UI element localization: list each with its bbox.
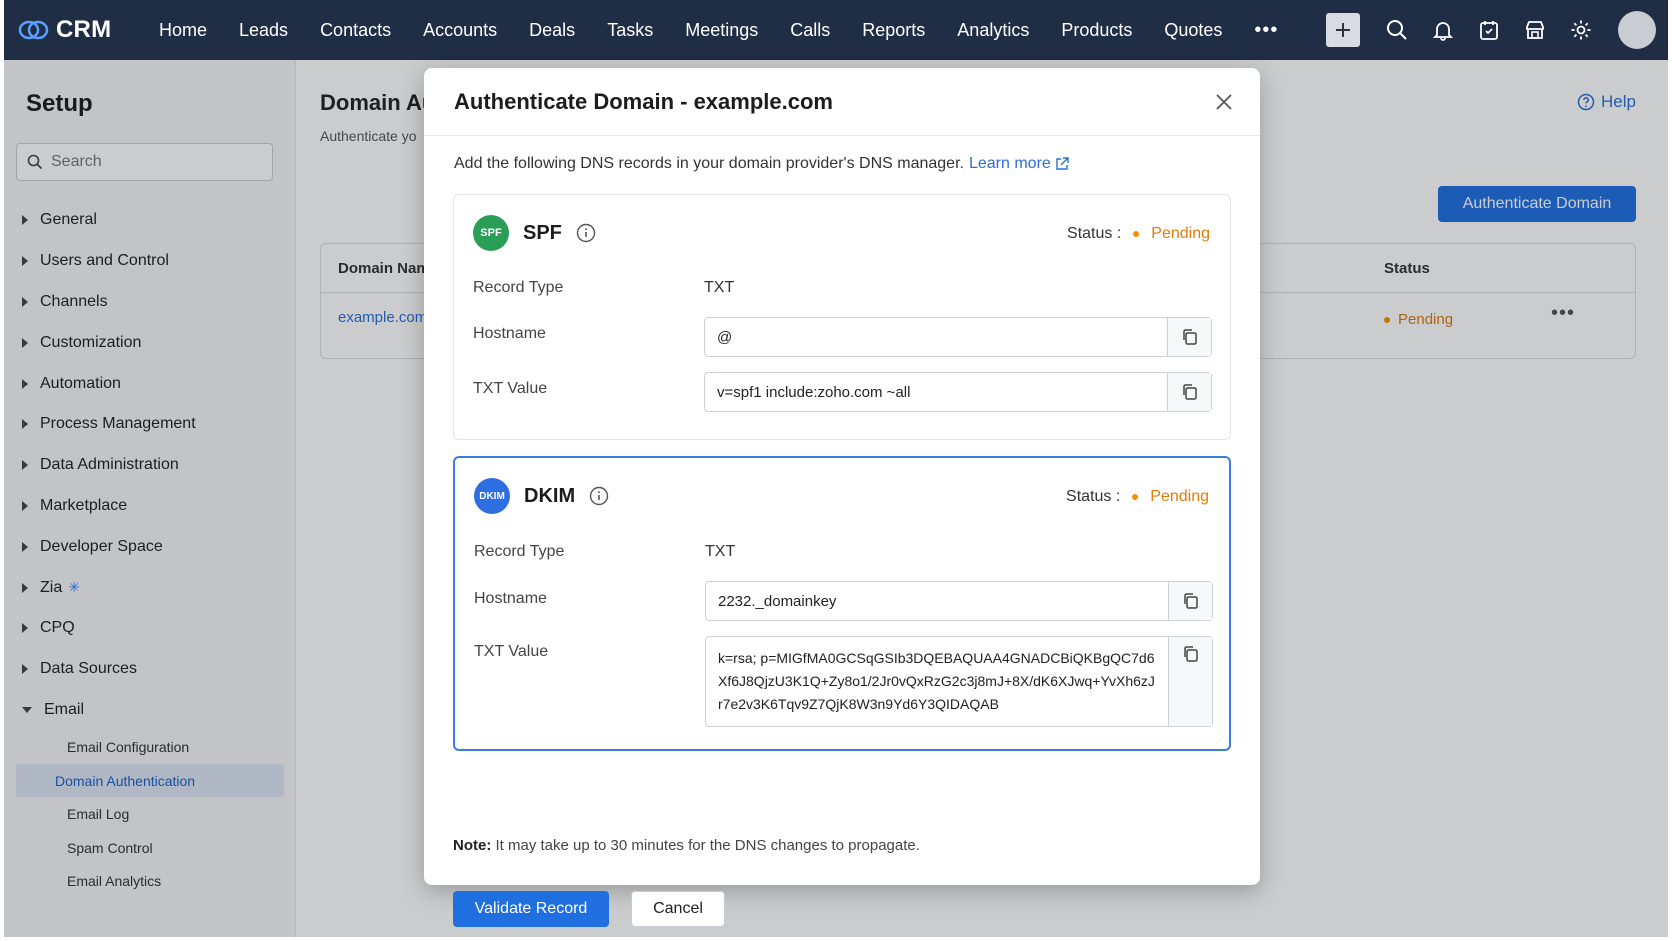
dkim-txt-value-field[interactable]: k=rsa; p=MIGfMA0GCSqGSIb3DQEBAQUAA4GNADC…: [705, 636, 1213, 727]
nav-item-calls[interactable]: Calls: [774, 20, 846, 41]
dkim-record-card: DKIM DKIM Status : Pending Record Type T…: [453, 456, 1231, 751]
hostname-value[interactable]: @: [705, 318, 1167, 356]
spf-txt-value-field[interactable]: v=spf1 include:zoho.com ~all: [704, 372, 1212, 412]
spf-hostname-field[interactable]: @: [704, 317, 1212, 357]
search-icon: [1387, 20, 1407, 40]
status-badge: Pending: [1150, 488, 1209, 505]
nav-item-analytics[interactable]: Analytics: [941, 20, 1045, 41]
store-icon: [1526, 21, 1544, 39]
copy-icon: [1182, 329, 1197, 345]
nav-item-accounts[interactable]: Accounts: [407, 20, 513, 41]
create-button[interactable]: [1326, 13, 1360, 47]
calendar-button[interactable]: [1473, 14, 1505, 46]
nav-item-contacts[interactable]: Contacts: [304, 20, 407, 41]
nav-item-deals[interactable]: Deals: [513, 20, 591, 41]
info-icon[interactable]: [576, 223, 596, 243]
copy-icon: [1182, 384, 1197, 400]
spf-record-card: SPF SPF Status : Pending Record Type TXT…: [453, 194, 1231, 440]
status-badge: Pending: [1151, 225, 1210, 242]
nav-item-meetings[interactable]: Meetings: [669, 20, 774, 41]
plus-icon: [1336, 23, 1350, 37]
record-type-value: TXT: [704, 279, 735, 296]
status-dot: [1132, 494, 1139, 500]
external-link-icon[interactable]: [1055, 157, 1069, 171]
record-type-label: Record Type: [473, 279, 564, 296]
txt-value[interactable]: k=rsa; p=MIGfMA0GCSqGSIb3DQEBAQUAA4GNADC…: [706, 637, 1168, 726]
nav-item-tasks[interactable]: Tasks: [591, 20, 669, 41]
learn-more-link[interactable]: Learn more: [969, 155, 1051, 173]
note-text: It may take up to 30 minutes for the DNS…: [491, 837, 920, 854]
nav-item-leads[interactable]: Leads: [223, 20, 304, 41]
propagation-note: Note: It may take up to 30 minutes for t…: [453, 837, 920, 854]
copy-icon: [1183, 646, 1198, 662]
info-icon[interactable]: [589, 486, 609, 506]
dkim-card-header: DKIM DKIM: [474, 478, 609, 514]
nav-item-reports[interactable]: Reports: [846, 20, 941, 41]
note-label: Note:: [453, 837, 492, 854]
nav-more-button[interactable]: •••: [1238, 19, 1294, 42]
crm-logo-icon: [18, 20, 49, 40]
gear-icon: [1571, 20, 1591, 40]
search-button[interactable]: [1381, 14, 1413, 46]
settings-button[interactable]: [1565, 14, 1597, 46]
avatar[interactable]: [1618, 11, 1656, 49]
marketplace-button[interactable]: [1519, 14, 1551, 46]
close-icon[interactable]: [1212, 90, 1236, 114]
cancel-button[interactable]: Cancel: [631, 891, 725, 927]
description-text: Add the following DNS records in your do…: [454, 155, 964, 172]
nav-item-products[interactable]: Products: [1045, 20, 1148, 41]
notifications-button[interactable]: [1427, 14, 1459, 46]
bell-icon: [1432, 22, 1454, 41]
nav-actions: [1326, 0, 1668, 60]
dkim-badge: DKIM: [474, 478, 510, 514]
hostname-label: Hostname: [474, 590, 547, 607]
status-label: Status :: [1067, 225, 1122, 242]
record-type-label: Record Type: [474, 543, 565, 560]
spf-title: SPF: [523, 221, 562, 244]
nav-item-quotes[interactable]: Quotes: [1148, 20, 1238, 41]
dkim-status: Status : Pending: [1066, 488, 1209, 506]
spf-badge: SPF: [473, 215, 509, 251]
nav-menu: Home Leads Contacts Accounts Deals Tasks…: [143, 19, 1294, 42]
copy-hostname-button[interactable]: [1167, 318, 1211, 356]
modal-header: Authenticate Domain - example.com: [424, 68, 1260, 136]
txt-value[interactable]: v=spf1 include:zoho.com ~all: [705, 373, 1167, 411]
dkim-hostname-field[interactable]: 2232._domainkey: [705, 581, 1213, 621]
txt-value-label: TXT Value: [474, 643, 549, 660]
validate-record-button[interactable]: Validate Record: [453, 891, 609, 927]
copy-txt-value-button[interactable]: [1167, 373, 1211, 411]
txt-value-label: TXT Value: [473, 380, 548, 397]
record-type-value: TXT: [705, 543, 736, 560]
top-nav: CRM Home Leads Contacts Accounts Deals T…: [4, 0, 1668, 60]
modal-description: Add the following DNS records in your do…: [454, 155, 1069, 173]
status-label: Status :: [1066, 488, 1121, 505]
modal-title: Authenticate Domain - example.com: [454, 88, 833, 114]
dkim-title: DKIM: [524, 484, 576, 507]
copy-hostname-button[interactable]: [1168, 582, 1212, 620]
calendar-icon: [1480, 21, 1498, 40]
copy-txt-value-button[interactable]: [1168, 637, 1212, 726]
spf-status: Status : Pending: [1067, 225, 1210, 243]
copy-icon: [1183, 593, 1198, 609]
nav-item-home[interactable]: Home: [143, 20, 223, 41]
brand[interactable]: CRM: [18, 16, 133, 44]
brand-name: CRM: [56, 16, 112, 43]
hostname-value[interactable]: 2232._domainkey: [706, 582, 1168, 620]
spf-card-header: SPF SPF: [473, 215, 596, 251]
hostname-label: Hostname: [473, 325, 546, 342]
status-dot: [1133, 231, 1140, 237]
authenticate-domain-modal: Authenticate Domain - example.com Add th…: [424, 68, 1260, 927]
